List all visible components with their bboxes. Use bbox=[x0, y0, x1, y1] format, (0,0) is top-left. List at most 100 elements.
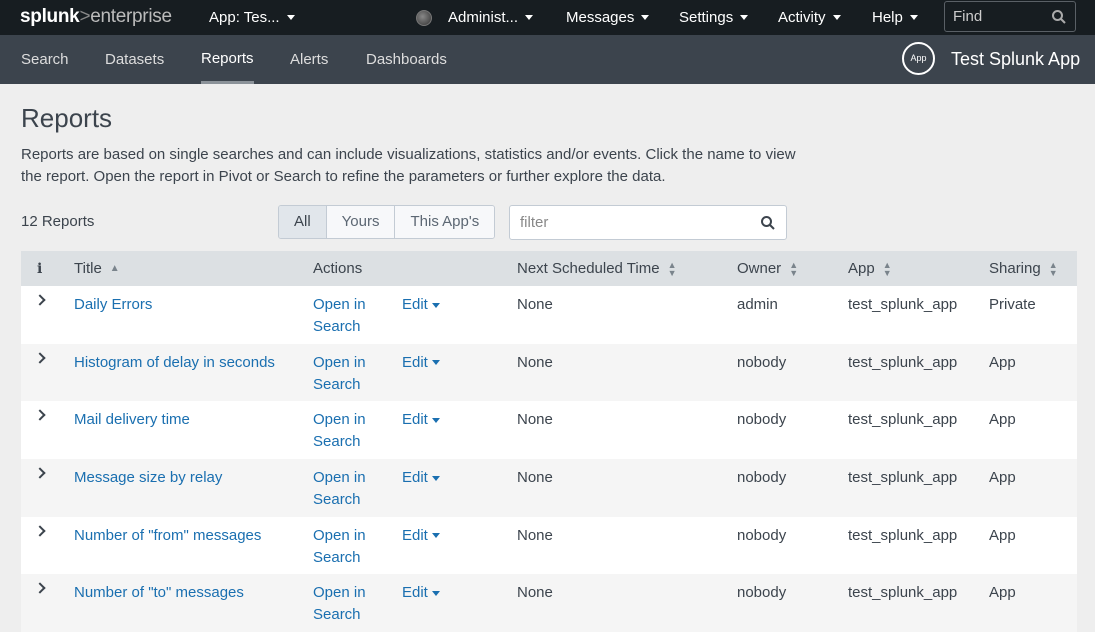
open-in-search-link[interactable]: Open in Search bbox=[313, 294, 366, 338]
app-menu[interactable]: App: Tes... bbox=[209, 0, 295, 35]
reports-table: i Title ▲ Actions Next Scheduled Time ▲ ▼ O… bbox=[21, 251, 1077, 632]
messages-label: Messages bbox=[566, 9, 635, 26]
help-menu[interactable]: Help bbox=[872, 0, 918, 35]
report-title-link[interactable]: Daily Errors bbox=[74, 294, 152, 316]
chevron-down-icon bbox=[431, 417, 440, 423]
sharing-value: App bbox=[989, 411, 1016, 429]
app-value: test_splunk_app bbox=[848, 411, 958, 429]
edit-menu[interactable]: Edit bbox=[402, 409, 440, 431]
sort-icon: ▲ ▼ bbox=[667, 260, 677, 279]
expand-chevron-icon[interactable] bbox=[34, 294, 46, 306]
open-in-search-link[interactable]: Open in Search bbox=[313, 352, 366, 396]
settings-menu[interactable]: Settings bbox=[679, 0, 749, 35]
logo-text-gt: > bbox=[79, 6, 91, 27]
user-menu[interactable]: Administ... bbox=[416, 0, 534, 35]
open-in-label: Open in bbox=[313, 411, 366, 429]
reports-count: 12 Reports bbox=[21, 213, 95, 230]
header-owner[interactable]: Owner ▲ ▼ bbox=[737, 251, 798, 286]
nav-search[interactable]: Search bbox=[21, 35, 69, 84]
nav-reports[interactable]: Reports bbox=[201, 35, 254, 84]
edit-menu[interactable]: Edit bbox=[402, 467, 440, 489]
sort-icon: ▲ ▼ bbox=[789, 260, 799, 279]
nav-datasets[interactable]: Datasets bbox=[105, 35, 164, 84]
owner-value: nobody bbox=[737, 469, 787, 487]
messages-menu[interactable]: Messages bbox=[566, 0, 650, 35]
report-title-link[interactable]: Histogram of delay in seconds bbox=[74, 352, 275, 374]
table-row: Number of "from" messages Open in Search Ed… bbox=[21, 516, 1077, 575]
edit-label: Edit bbox=[402, 584, 428, 602]
next-scheduled-value: None bbox=[517, 296, 553, 313]
splunk-logo[interactable]: splunk>enterprise bbox=[20, 6, 172, 28]
next-scheduled-value: None bbox=[517, 584, 553, 602]
expand-chevron-icon[interactable] bbox=[34, 467, 46, 479]
edit-menu[interactable]: Edit bbox=[402, 294, 440, 316]
search-label: Search bbox=[313, 375, 361, 393]
next-scheduled-value: None bbox=[517, 526, 553, 544]
app-value: test_splunk_app bbox=[848, 526, 958, 544]
app-value: test_splunk_app bbox=[848, 353, 958, 371]
header-owner-label: Owner bbox=[737, 260, 782, 277]
report-title-link[interactable]: Message size by relay bbox=[74, 467, 222, 489]
sharing-value: App bbox=[989, 353, 1016, 371]
edit-label: Edit bbox=[402, 469, 428, 487]
header-title-label: Title bbox=[74, 260, 102, 277]
chevron-down-icon bbox=[431, 590, 440, 596]
chevron-down-icon bbox=[431, 360, 440, 366]
avatar-icon bbox=[416, 9, 432, 26]
nav-dashboards[interactable]: Dashboards bbox=[366, 35, 447, 84]
search-label: Search bbox=[313, 433, 361, 451]
edit-menu[interactable]: Edit bbox=[402, 525, 440, 547]
report-title-link[interactable]: Mail delivery time bbox=[74, 409, 190, 431]
next-scheduled-value: None bbox=[517, 469, 553, 487]
open-in-search-link[interactable]: Open in Search bbox=[313, 525, 366, 569]
sort-icon: ▲ ▼ bbox=[882, 260, 892, 279]
open-in-label: Open in bbox=[313, 353, 366, 371]
search-icon bbox=[1051, 9, 1067, 29]
report-title-link[interactable]: Number of "to" messages bbox=[74, 582, 244, 604]
header-next-scheduled[interactable]: Next Scheduled Time ▲ ▼ bbox=[517, 251, 677, 286]
owner-value: nobody bbox=[737, 411, 787, 429]
edit-menu[interactable]: Edit bbox=[402, 582, 440, 604]
report-title-link[interactable]: Number of "from" messages bbox=[74, 525, 261, 547]
expand-chevron-icon[interactable] bbox=[34, 409, 46, 422]
owner-value: nobody bbox=[737, 526, 787, 544]
open-in-search-link[interactable]: Open in Search bbox=[313, 582, 366, 626]
header-sharing[interactable]: Sharing ▲ ▼ bbox=[989, 251, 1058, 286]
open-in-label: Open in bbox=[313, 584, 366, 602]
table-row: Message size by relay Open in Search Edit No… bbox=[21, 459, 1077, 517]
filter-placeholder: filter bbox=[520, 214, 549, 231]
search-label: Search bbox=[313, 318, 361, 335]
open-in-search-link[interactable]: Open in Search bbox=[313, 467, 366, 511]
expand-chevron-icon[interactable] bbox=[34, 525, 46, 537]
chevron-down-icon bbox=[431, 475, 440, 481]
app-title[interactable]: Test Splunk App bbox=[951, 35, 1080, 84]
header-title[interactable]: Title ▲ bbox=[74, 251, 120, 286]
header-next-label: Next Scheduled Time bbox=[517, 260, 660, 277]
open-in-search-link[interactable]: Open in Search bbox=[313, 409, 366, 453]
chevron-down-icon bbox=[286, 15, 295, 20]
chevron-down-icon bbox=[909, 15, 918, 20]
owner-value: nobody bbox=[737, 584, 787, 602]
app-nav-bar: Search Datasets Reports Alerts Dashboard… bbox=[0, 35, 1095, 84]
find-input[interactable]: Find bbox=[944, 1, 1076, 32]
filter-tab-all[interactable]: All bbox=[279, 206, 326, 238]
sort-asc-icon: ▲ bbox=[109, 263, 120, 275]
chevron-down-icon bbox=[431, 302, 440, 308]
activity-menu[interactable]: Activity bbox=[778, 0, 841, 35]
page-title: Reports bbox=[21, 103, 113, 133]
expand-chevron-icon[interactable] bbox=[34, 352, 46, 364]
header-app[interactable]: App ▲ ▼ bbox=[848, 251, 892, 286]
filter-tab-yours[interactable]: Yours bbox=[325, 206, 395, 238]
filter-tab-this-app[interactable]: This App's bbox=[394, 206, 495, 238]
find-placeholder: Find bbox=[953, 8, 983, 25]
chevron-down-icon bbox=[740, 15, 749, 20]
open-in-label: Open in bbox=[313, 469, 366, 487]
filter-input[interactable]: filter bbox=[509, 205, 787, 240]
table-row: Number of "to" messages Open in Search Edit… bbox=[21, 574, 1077, 632]
edit-label: Edit bbox=[402, 526, 428, 544]
nav-alerts[interactable]: Alerts bbox=[290, 35, 328, 84]
edit-menu[interactable]: Edit bbox=[402, 352, 440, 374]
header-app-label: App bbox=[848, 260, 875, 277]
logo-text-splunk: splunk bbox=[20, 6, 80, 27]
expand-chevron-icon[interactable] bbox=[34, 582, 46, 595]
